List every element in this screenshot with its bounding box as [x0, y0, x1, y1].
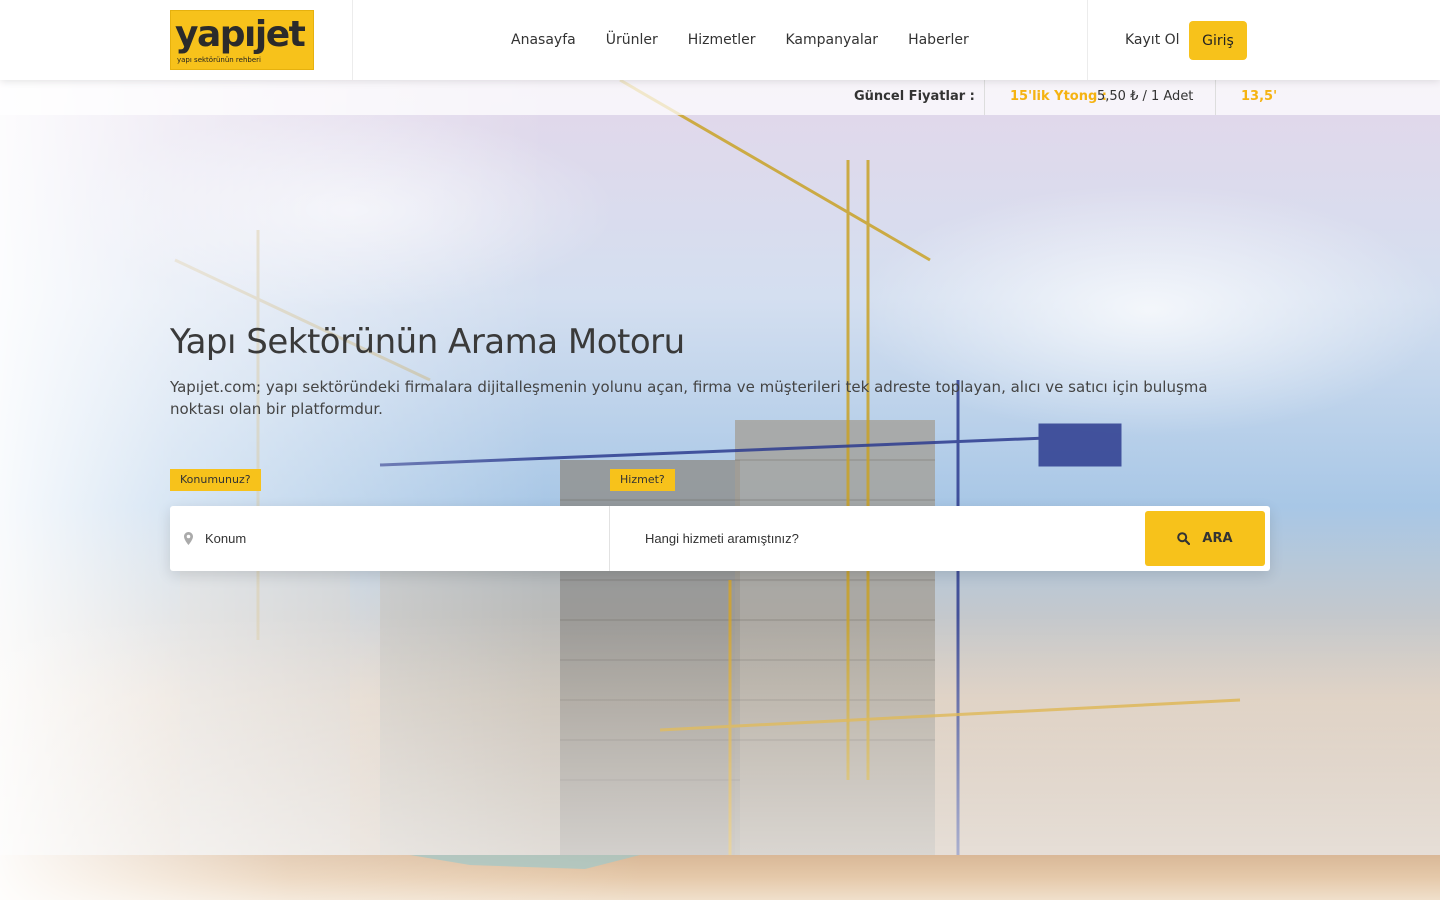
hero-description: Yapıjet.com; yapı sektöründeki firmalara…	[170, 378, 1208, 418]
map-pin-icon	[184, 530, 193, 549]
ticker-title: Güncel Fiyatlar :	[854, 89, 975, 104]
main-nav: Anasayfa Ürünler Hizmetler Kampanyalar H…	[511, 0, 969, 80]
location-tag: Konumunuz?	[170, 469, 261, 491]
nav-link-hizmetler[interactable]: Hizmetler	[688, 32, 756, 48]
ticker-separator	[1215, 80, 1216, 115]
ticker-item-value: 5,50 ₺ / 1 Adet	[1097, 89, 1194, 104]
search-button-label: ARA	[1202, 531, 1233, 546]
bottom-fade	[0, 855, 1440, 900]
nav-link-haberler[interactable]: Haberler	[908, 32, 969, 48]
service-tag: Hizmet?	[610, 469, 675, 491]
header-divider-right	[1087, 0, 1088, 80]
register-link[interactable]: Kayıt Ol	[1125, 31, 1180, 49]
site-header: yapıjet yapı sektörünün rehberi Anasayfa…	[0, 0, 1440, 80]
search-icon	[1177, 532, 1191, 545]
nav-link-kampanyalar[interactable]: Kampanyalar	[785, 32, 878, 48]
decorative-plan-shape	[410, 855, 640, 869]
search-bar: ARA	[170, 506, 1270, 571]
header-divider-left	[352, 0, 353, 80]
logo-tagline: yapı sektörünün rehberi	[177, 56, 261, 64]
search-button[interactable]: ARA	[1145, 511, 1265, 566]
price-ticker: Güncel Fiyatlar : 15'lik Ytong : 5,50 ₺ …	[0, 80, 1440, 115]
service-search-input[interactable]	[645, 524, 1135, 552]
nav-link-urunler[interactable]: Ürünler	[606, 32, 658, 48]
search-divider	[609, 506, 610, 571]
yapijet-logo[interactable]: yapıjet yapı sektörünün rehberi	[170, 10, 314, 70]
hero-section	[0, 80, 1440, 855]
logo-wordmark: yapıjet	[175, 14, 306, 55]
ticker-separator	[984, 80, 985, 115]
hero-bottom-fade	[0, 615, 1440, 855]
nav-link-anasayfa[interactable]: Anasayfa	[511, 32, 576, 48]
location-input[interactable]	[205, 524, 595, 552]
ticker-item-name: 13,5'	[1241, 89, 1278, 104]
login-button[interactable]: Giriş	[1189, 21, 1247, 60]
next-section-preview	[0, 855, 1440, 900]
ticker-item-name: 15'lik Ytong :	[1010, 89, 1107, 104]
hero-title: Yapı Sektörünün Arama Motoru	[170, 322, 685, 362]
